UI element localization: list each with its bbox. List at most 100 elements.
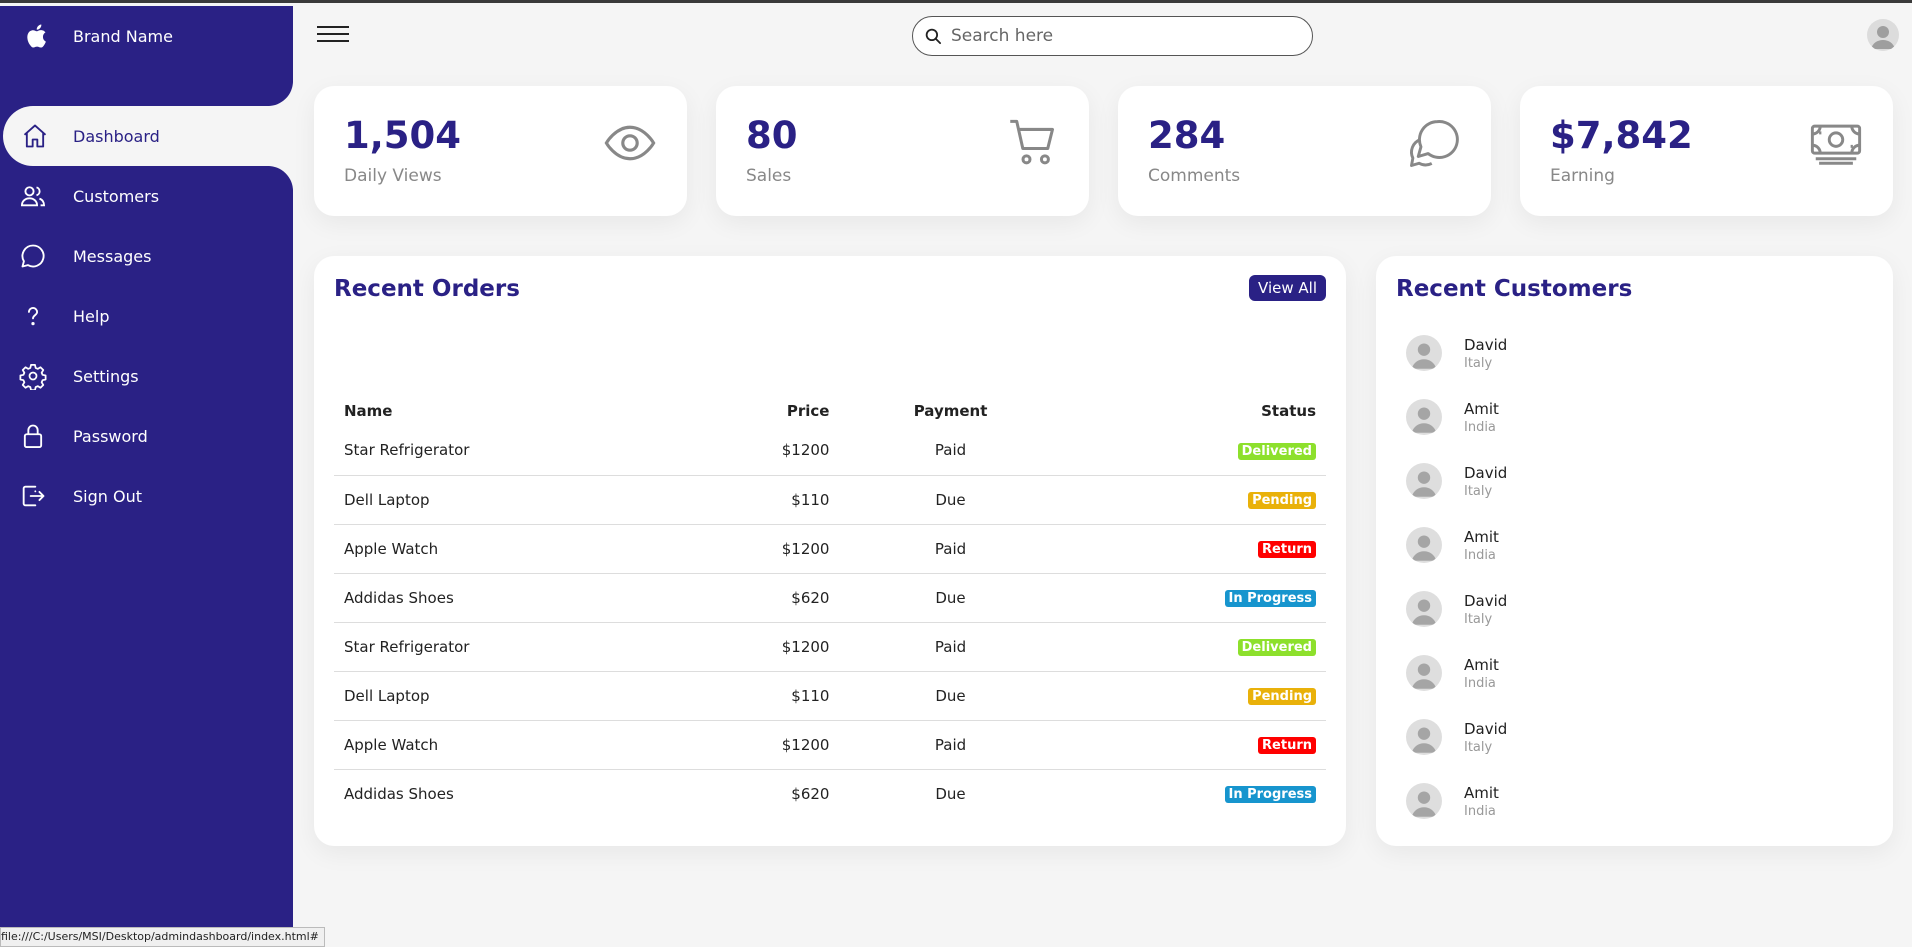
list-item[interactable]: Amit India	[1396, 641, 1873, 705]
customer-country: Italy	[1464, 483, 1493, 499]
eye-icon	[603, 116, 657, 174]
order-payment: Paid	[839, 622, 1062, 672]
menu-toggle-button[interactable]	[317, 21, 349, 49]
customer-list: David Italy Amit India David Italy Amit Indi…	[1396, 321, 1873, 833]
gear-icon	[0, 362, 66, 390]
order-payment: Due	[839, 573, 1062, 623]
avatar	[1406, 783, 1442, 819]
list-item[interactable]: Amit India	[1396, 513, 1873, 577]
card-label: Daily Views	[344, 166, 442, 186]
sidebar-item-label: Settings	[73, 366, 139, 386]
order-name: Addidas Shoes	[344, 784, 454, 803]
table-row[interactable]: Addidas Shoes $620 Due In Progress	[334, 769, 1326, 818]
customer-name: Amit	[1464, 399, 1499, 418]
home-icon	[3, 122, 66, 150]
order-payment: Paid	[839, 524, 1062, 574]
browser-status-url: file:///C:/Users/MSI/Desktop/admindashbo…	[0, 927, 325, 947]
order-price: $110	[678, 671, 840, 721]
column-header: Price	[786, 402, 830, 420]
table-row[interactable]: Star Refrigerator $1200 Paid Delivered	[334, 426, 1326, 476]
customer-name: Amit	[1464, 655, 1499, 674]
status-badge: Delivered	[1237, 639, 1316, 656]
sidebar-item-settings[interactable]: Settings	[0, 346, 293, 406]
user-avatar[interactable]	[1867, 19, 1899, 51]
customer-country: Italy	[1464, 355, 1493, 371]
brand-name: Brand Name	[73, 26, 173, 46]
card-number: 1,504	[344, 114, 462, 157]
lock-icon	[0, 422, 66, 450]
customer-name: David	[1464, 463, 1508, 482]
customer-name: David	[1464, 591, 1508, 610]
list-item[interactable]: Amit India	[1396, 769, 1873, 833]
avatar	[1406, 335, 1442, 371]
list-item[interactable]: David Italy	[1396, 449, 1873, 513]
status-badge: Delivered	[1237, 442, 1316, 460]
order-name: Dell Laptop	[334, 475, 679, 525]
cart-icon	[1007, 116, 1059, 172]
table-row[interactable]: Star Refrigerator $1200 Paid Delivered	[334, 622, 1326, 672]
card-label: Comments	[1148, 166, 1241, 186]
order-name: Star Refrigerator	[334, 426, 679, 476]
sidebar-item-sign-out[interactable]: Sign Out	[0, 466, 293, 526]
table-row[interactable]: Dell Laptop $110 Due Pending	[334, 671, 1326, 721]
status-badge: In Progress	[1224, 786, 1316, 804]
recent-orders-panel: Recent Orders View All Name Price Paymen…	[314, 256, 1346, 846]
column-header: Payment	[913, 402, 988, 420]
customer-name: David	[1464, 335, 1508, 354]
customer-country: Italy	[1464, 611, 1493, 627]
apple-icon	[1, 23, 71, 49]
order-name: Star Refrigerator	[334, 622, 679, 672]
customer-name: Amit	[1464, 783, 1499, 802]
list-item[interactable]: David Italy	[1396, 705, 1873, 769]
sidebar-item-dashboard[interactable]: Dashboard	[3, 106, 293, 166]
sign-out-icon	[0, 482, 66, 510]
order-price: $1200	[678, 720, 840, 770]
avatar	[1406, 719, 1442, 755]
list-item[interactable]: Amit India	[1396, 385, 1873, 449]
sidebar-item-customers[interactable]: Customers	[0, 166, 293, 226]
order-price: $110	[678, 475, 840, 525]
status-badge: Return	[1258, 541, 1316, 558]
order-price: $620	[678, 573, 840, 623]
order-payment: Due	[935, 784, 966, 803]
search-box	[912, 16, 1313, 56]
customer-country: India	[1464, 803, 1496, 819]
sidebar-item-password[interactable]: Password	[0, 406, 293, 466]
card-daily-views[interactable]: 1,504 Daily Views	[314, 86, 687, 216]
table-row[interactable]: Apple Watch $1200 Paid Return	[334, 720, 1326, 770]
sidebar-item-label: Customers	[73, 186, 160, 206]
panel-title: Recent Customers	[1396, 276, 1633, 302]
order-payment: Due	[839, 475, 1062, 525]
card-comments[interactable]: 284 Comments	[1118, 86, 1491, 216]
view-all-button[interactable]: View All	[1249, 275, 1326, 301]
search-input[interactable]	[951, 26, 1291, 46]
brand[interactable]: Brand Name	[0, 6, 293, 66]
customer-country: Italy	[1464, 739, 1493, 755]
card-label: Earning	[1550, 166, 1615, 186]
order-payment: Paid	[839, 426, 1062, 476]
table-row[interactable]: Dell Laptop $110 Due Pending	[334, 475, 1326, 525]
order-price: $620	[791, 784, 830, 803]
menu-icon	[317, 26, 349, 28]
search-icon	[915, 27, 951, 45]
list-item[interactable]: David Italy	[1396, 577, 1873, 641]
sidebar-item-messages[interactable]: Messages	[0, 226, 293, 286]
avatar	[1406, 399, 1442, 435]
sidebar-item-label: Dashboard	[73, 126, 160, 146]
card-label: Sales	[746, 166, 792, 186]
customer-name: David	[1464, 719, 1508, 738]
table-row[interactable]: Addidas Shoes $620 Due In Progress	[334, 573, 1326, 623]
sidebar-item-label: Password	[73, 426, 148, 446]
status-badge: In Progress	[1224, 590, 1316, 607]
list-item[interactable]: David Italy	[1396, 321, 1873, 385]
sidebar-item-label: Help	[73, 306, 110, 326]
card-earning[interactable]: $7,842 Earning	[1520, 86, 1893, 216]
order-name: Apple Watch	[334, 524, 679, 574]
panel-title: Recent Orders	[334, 276, 520, 302]
sidebar-item-help[interactable]: Help	[0, 286, 293, 346]
sidebar-item-label: Messages	[73, 246, 152, 266]
order-name: Apple Watch	[334, 720, 679, 770]
orders-table: Name Price Payment Status Star Refrigera…	[334, 396, 1326, 818]
table-row[interactable]: Apple Watch $1200 Paid Return	[334, 524, 1326, 574]
card-sales[interactable]: 80 Sales	[716, 86, 1089, 216]
